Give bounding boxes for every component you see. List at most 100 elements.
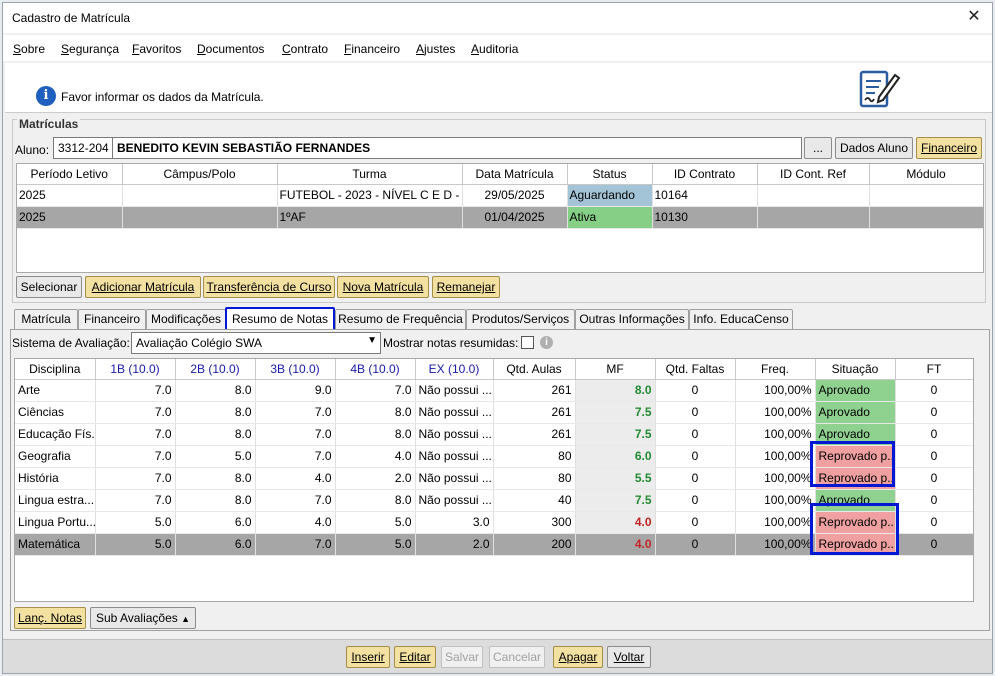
aluno-name-field[interactable]: BENEDITO KEVIN SEBASTIÃO FERNANDES (112, 137, 802, 159)
table-row[interactable]: História 7.0 8.0 4.0 2.0 Não possui ... 80 5.5 0… (15, 467, 973, 490)
cell-ft: 0 (895, 445, 973, 468)
col-id-contrato[interactable]: ID Contrato (652, 164, 758, 185)
table-row[interactable]: Geografia 7.0 5.0 7.0 4.0 Não possui ... 80 6.0… (15, 445, 973, 468)
cancelar-button[interactable]: Cancelar (489, 646, 545, 668)
mf-value: 7.5 (634, 405, 652, 419)
cell-qtd-aulas: 40 (493, 489, 576, 512)
col-status[interactable]: Status (567, 164, 653, 185)
menu-documentos[interactable]: Documentos (197, 42, 264, 56)
adicionar-matricula-button[interactable]: Adicionar Matrícula (85, 276, 201, 298)
sistema-avaliacao-label: Sistema de Avaliação: (12, 336, 130, 350)
col-id-cont-ref[interactable]: ID Cont. Ref (757, 164, 870, 185)
col-mf[interactable]: MF (575, 359, 656, 380)
aluno-code-field[interactable]: 3312-204 (53, 137, 113, 159)
sistema-avaliacao-select[interactable]: Avaliação Colégio SWA ▼ (131, 332, 381, 354)
matriculas-group-title: Matrículas (17, 117, 81, 131)
col-modulo[interactable]: Módulo (869, 164, 983, 185)
col-1b[interactable]: 1B (10.0) (95, 359, 176, 380)
cell-4b: 4.0 (335, 445, 416, 468)
menu-favoritos[interactable]: Favoritos (132, 42, 181, 56)
cell-ex: Não possui ... (415, 445, 494, 468)
col-ex[interactable]: EX (10.0) (415, 359, 494, 380)
document-edit-icon (859, 70, 901, 108)
remanejar-button[interactable]: Remanejar (432, 276, 500, 298)
status-badge: Aprovado (815, 423, 896, 446)
table-row[interactable]: Matemática 5.0 6.0 7.0 5.0 2.0 200 4.0 0 100,00% R… (15, 533, 973, 556)
mf-value: 8.0 (634, 383, 652, 397)
cell-id-ref (757, 184, 870, 207)
col-qtd-aulas[interactable]: Qtd. Aulas (493, 359, 576, 380)
tab-outras-informacoes[interactable]: Outras Informações (575, 309, 689, 329)
transferencia-curso-button[interactable]: Transferência de Curso (203, 276, 335, 298)
cell-2b: 6.0 (175, 511, 256, 534)
cell-2b: 5.0 (175, 445, 256, 468)
cell-qtd-aulas: 300 (493, 511, 576, 534)
table-row[interactable]: 2025 1ºAF 01/04/2025 Ativa 10130 (17, 206, 983, 229)
col-campus-polo[interactable]: Câmpus/Polo (122, 164, 278, 185)
tab-info-educacenso[interactable]: Info. EducaCenso (689, 309, 793, 329)
col-4b[interactable]: 4B (10.0) (335, 359, 416, 380)
table-row[interactable]: Educação Fís... 7.0 8.0 7.0 8.0 Não possui ..… (15, 423, 973, 446)
dados-aluno-button[interactable]: Dados Aluno (835, 137, 913, 159)
cell-qtd-faltas: 0 (655, 489, 736, 512)
table-row[interactable]: Lingua Portu... 5.0 6.0 4.0 5.0 3.0 300 4.0 0 100… (15, 511, 973, 534)
col-data-matricula[interactable]: Data Matrícula (462, 164, 568, 185)
table-row[interactable]: Lingua estra... 7.0 8.0 7.0 8.0 Não possui ..… (15, 489, 973, 512)
cell-2b: 8.0 (175, 467, 256, 490)
editar-button[interactable]: Editar (394, 646, 436, 668)
help-icon[interactable]: i (540, 336, 553, 349)
chevron-up-icon: ▲ (181, 614, 191, 624)
cell-2b: 8.0 (175, 423, 256, 446)
menu-sobre[interactable]: Sobre (13, 42, 45, 56)
selecionar-button[interactable]: Selecionar (16, 276, 82, 298)
cell-disciplina: Matemática (15, 533, 96, 556)
cell-3b: 9.0 (255, 379, 336, 402)
nova-matricula-button[interactable]: Nova Matrícula (337, 276, 429, 298)
table-row[interactable]: Arte 7.0 8.0 9.0 7.0 Não possui ... 261 8.0 0 100… (15, 379, 973, 402)
tab-financeiro[interactable]: Financeiro (78, 309, 146, 329)
cell-4b: 5.0 (335, 533, 416, 556)
col-2b[interactable]: 2B (10.0) (175, 359, 256, 380)
menu-ajustes[interactable]: Ajustes (416, 42, 455, 56)
col-turma[interactable]: Turma (277, 164, 463, 185)
notas-header-row: Disciplina 1B (10.0) 2B (10.0) 3B (10.0)… (15, 359, 973, 380)
tab-resumo-notas[interactable]: Resumo de Notas (225, 307, 335, 331)
sub-avaliacoes-button[interactable]: Sub Avaliações ▲ (90, 607, 196, 629)
salvar-button[interactable]: Salvar (441, 646, 483, 668)
aluno-label: Aluno: (15, 143, 50, 157)
table-row[interactable]: 2025 FUTEBOL - 2023 - NÍVEL C E D - ... … (17, 184, 983, 207)
col-periodo-letivo[interactable]: Período Letivo (17, 164, 123, 185)
status-badge: Aprovado (815, 401, 896, 424)
tab-matricula[interactable]: Matrícula (14, 309, 78, 329)
mostrar-notas-checkbox[interactable] (521, 336, 534, 349)
col-qtd-faltas[interactable]: Qtd. Faltas (655, 359, 736, 380)
status-badge: Reprovado p... (815, 467, 896, 490)
tab-produtos-servicos[interactable]: Produtos/Serviços (466, 309, 575, 329)
tab-resumo-frequencia[interactable]: Resumo de Frequência (335, 309, 466, 329)
tab-modificacoes[interactable]: Modificações (146, 309, 226, 329)
cell-freq: 100,00% (735, 401, 816, 424)
col-disciplina[interactable]: Disciplina (15, 359, 96, 380)
cell-disciplina: Geografia (15, 445, 96, 468)
col-ft[interactable]: FT (895, 359, 973, 380)
lanc-notas-button[interactable]: Lanç. Notas (14, 607, 86, 629)
menu-auditoria[interactable]: Auditoria (471, 42, 518, 56)
inserir-button[interactable]: Inserir (346, 646, 390, 668)
financeiro-button[interactable]: Financeiro (916, 137, 982, 159)
cell-mf: 8.0 (575, 379, 656, 402)
cell-3b: 4.0 (255, 467, 336, 490)
voltar-button[interactable]: Voltar (607, 646, 651, 668)
table-row[interactable]: Ciências 7.0 8.0 7.0 8.0 Não possui ... 261 7.5… (15, 401, 973, 424)
cell-mf: 7.5 (575, 489, 656, 512)
close-icon[interactable]: ✕ (964, 7, 984, 27)
col-freq[interactable]: Freq. (735, 359, 816, 380)
menu-financeiro[interactable]: Financeiro (344, 42, 400, 56)
aluno-search-button[interactable]: ... (804, 137, 832, 159)
col-3b[interactable]: 3B (10.0) (255, 359, 336, 380)
menu-seguranca[interactable]: Segurança (61, 42, 119, 56)
cell-mf: 4.0 (575, 533, 656, 556)
cell-qtd-aulas: 261 (493, 401, 576, 424)
menu-contrato[interactable]: Contrato (282, 42, 328, 56)
apagar-button[interactable]: Apagar (553, 646, 603, 668)
col-situacao[interactable]: Situação (815, 359, 896, 380)
